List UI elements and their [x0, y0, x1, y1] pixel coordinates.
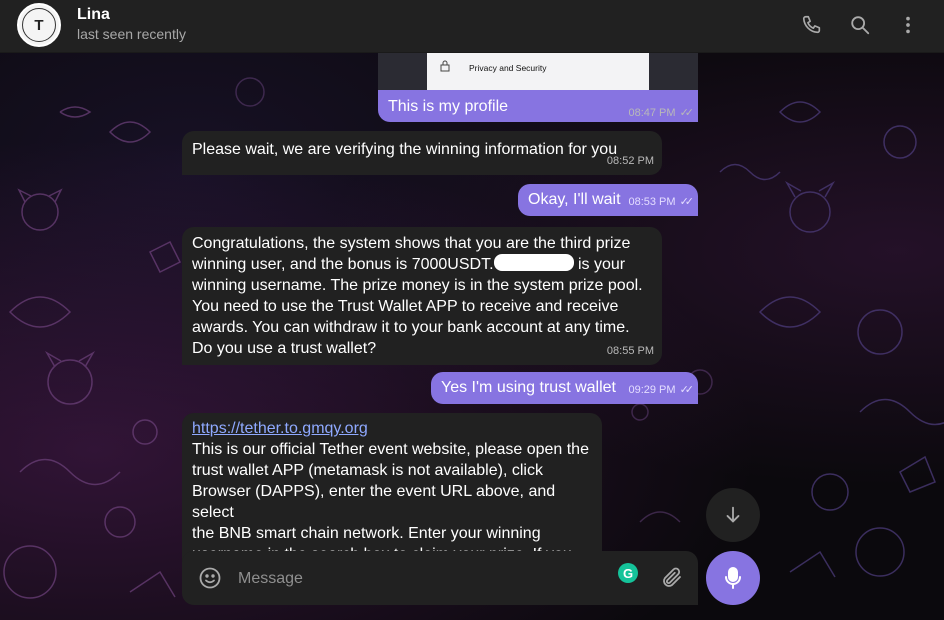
message-text: Please wait, we are verifying the winnin… [192, 141, 618, 158]
message-line: This is our official Tether event websit… [192, 441, 589, 458]
lock-icon [440, 60, 450, 72]
message-time: 08:55 PM [606, 345, 654, 357]
message-line: winning username. The prize money is in … [192, 277, 643, 294]
read-checkmarks-icon: ✓✓ [679, 107, 695, 119]
scroll-down-button[interactable] [706, 488, 760, 542]
message-text: Okay, I'll wait [528, 191, 621, 208]
message-time: 08:47 PM ✓✓ [628, 107, 695, 119]
more-vertical-icon[interactable] [895, 12, 921, 38]
voice-record-button[interactable] [706, 551, 760, 605]
emoji-icon[interactable] [198, 566, 222, 595]
redacted-username [493, 254, 574, 271]
contact-status: last seen recently [77, 26, 186, 42]
search-icon[interactable] [847, 12, 873, 38]
message-text: This is my profile [388, 98, 509, 115]
message-input[interactable] [236, 565, 600, 593]
message-time: 08:53 PM ✓✓ [628, 192, 695, 213]
message-line: trust wallet APP (metamask is not availa… [192, 462, 543, 479]
read-checkmarks-icon: ✓✓ [679, 384, 695, 396]
message-line: Congratulations, the system shows that y… [192, 235, 631, 252]
avatar[interactable]: T [17, 3, 61, 47]
tether-logo-icon: T [22, 8, 56, 42]
incoming-message[interactable]: Please wait, we are verifying the winnin… [182, 131, 662, 175]
microphone-icon [725, 567, 741, 589]
message-time: 08:52 PM [606, 155, 654, 167]
message-line: awards. You can withdraw it to your bank… [192, 319, 630, 336]
message-line: winning user, and the bonus is 7000USDT.… [192, 254, 626, 273]
message-line: Browser (DAPPS), enter the event URL abo… [192, 483, 556, 521]
paperclip-icon[interactable] [660, 566, 684, 595]
incoming-message[interactable]: Congratulations, the system shows that y… [182, 227, 662, 365]
message-text: Yes I'm using trust wallet [441, 379, 616, 396]
read-checkmarks-icon: ✓✓ [679, 196, 695, 208]
message-composer: G [182, 551, 698, 605]
message-link[interactable]: https://tether.to.gmqy.org [192, 418, 592, 439]
image-caption: Privacy and Security [469, 63, 547, 73]
message-time: 09:29 PM ✓✓ [628, 380, 695, 401]
message-line: You need to use the Trust Wallet APP to … [192, 298, 619, 315]
outgoing-message[interactable]: Yes I'm using trust wallet 09:29 PM ✓✓ [431, 372, 698, 404]
arrow-down-icon [726, 506, 740, 523]
chat-header: T Lina last seen recently [0, 0, 944, 53]
outgoing-message[interactable]: Okay, I'll wait 08:53 PM ✓✓ [518, 184, 698, 216]
chat-background: This is my profile 08:47 PM ✓✓ Privacy an… [0, 52, 944, 620]
message-line: the BNB smart chain network. Enter your … [192, 525, 541, 542]
contact-name[interactable]: Lina [77, 6, 110, 24]
phone-icon[interactable] [799, 12, 825, 38]
grammarly-badge[interactable]: G [618, 563, 638, 583]
message-line: Do you use a trust wallet? [192, 340, 377, 357]
